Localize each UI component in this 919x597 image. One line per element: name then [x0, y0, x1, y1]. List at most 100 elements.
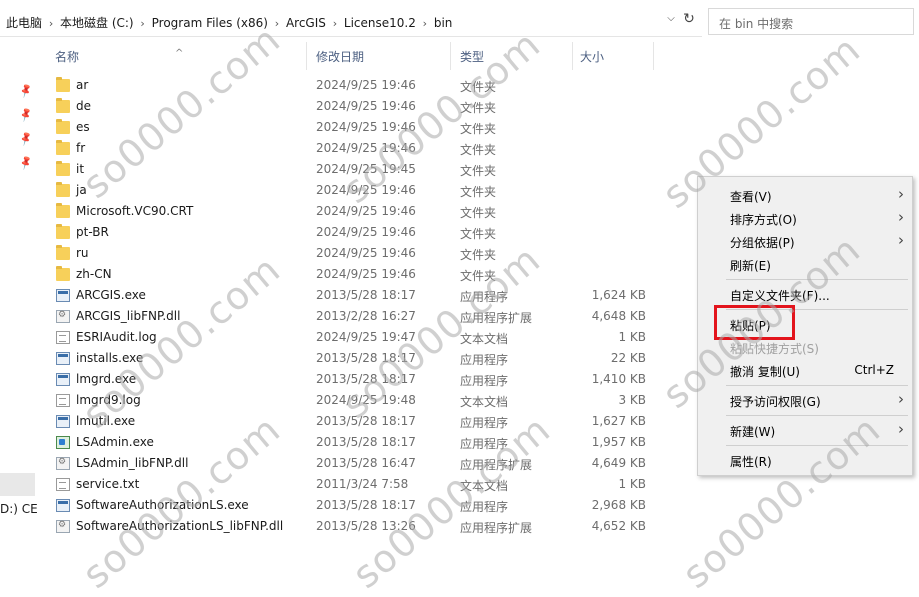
- file-type: 应用程序: [460, 353, 509, 367]
- table-row[interactable]: ARCGIS.exe 2013/5/28 18:17 应用程序 1,624 KB: [0, 285, 700, 306]
- breadcrumb-separator-icon[interactable]: ›: [326, 17, 344, 30]
- menu-item-label: 刷新(E): [730, 259, 771, 273]
- file-type: 文件夹: [460, 185, 497, 199]
- dll-file-icon: [56, 310, 70, 323]
- breadcrumb-separator-icon[interactable]: ›: [134, 17, 152, 30]
- column-divider[interactable]: [450, 42, 451, 70]
- chevron-down-icon[interactable]: ⌵: [664, 13, 678, 24]
- file-type: 应用程序扩展: [460, 521, 533, 535]
- table-row[interactable]: ar 2024/9/25 19:46 文件夹: [0, 75, 700, 96]
- menu-separator: [726, 279, 908, 280]
- table-row[interactable]: lmutil.exe 2013/5/28 18:17 应用程序 1,627 KB: [0, 411, 700, 432]
- file-date: 2024/9/25 19:45: [316, 162, 416, 176]
- table-row[interactable]: installs.exe 2013/5/28 18:17 应用程序 22 KB: [0, 348, 700, 369]
- table-row[interactable]: LSAdmin.exe 2013/5/28 18:17 应用程序 1,957 KB: [0, 432, 700, 453]
- column-header-name[interactable]: 名称: [55, 48, 79, 65]
- menu-item-undo-copy[interactable]: 撤消 复制(U) Ctrl+Z: [698, 359, 912, 381]
- menu-item-refresh[interactable]: 刷新(E): [698, 253, 912, 275]
- file-name: installs.exe: [76, 351, 144, 365]
- folder-icon: [56, 119, 70, 134]
- menu-item-customize-folder[interactable]: 自定义文件夹(F)...: [698, 283, 912, 305]
- table-row[interactable]: service.txt 2011/3/24 7:58 文本文档 1 KB: [0, 474, 700, 495]
- file-date: 2024/9/25 19:46: [316, 225, 416, 239]
- sort-ascending-icon: ^: [175, 48, 184, 59]
- file-date: 2024/9/25 19:46: [316, 141, 416, 155]
- file-date: 2013/5/28 18:17: [316, 498, 416, 512]
- table-row[interactable]: es 2024/9/25 19:46 文件夹: [0, 117, 700, 138]
- file-type: 文本文档: [460, 332, 509, 346]
- file-size: 4,649 KB: [591, 456, 646, 470]
- menu-item-label: 分组依据(P): [730, 236, 795, 250]
- table-row[interactable]: de 2024/9/25 19:46 文件夹: [0, 96, 700, 117]
- exe-file-icon: [56, 373, 70, 386]
- column-divider[interactable]: [653, 42, 654, 70]
- table-row[interactable]: Microsoft.VC90.CRT 2024/9/25 19:46 文件夹: [0, 201, 700, 222]
- table-row[interactable]: lmgrd.exe 2013/5/28 18:17 应用程序 1,410 KB: [0, 369, 700, 390]
- file-type: 应用程序扩展: [460, 458, 533, 472]
- file-name: SoftwareAuthorizationLS.exe: [76, 498, 249, 512]
- file-name: lmgrd9.log: [76, 393, 141, 407]
- table-row[interactable]: LSAdmin_libFNP.dll 2013/5/28 16:47 应用程序扩展 4…: [0, 453, 700, 474]
- table-row[interactable]: lmgrd9.log 2024/9/25 19:48 文本文档 3 KB: [0, 390, 700, 411]
- chevron-right-icon: ›: [898, 420, 904, 438]
- breadcrumb-item[interactable]: 此电脑: [6, 14, 42, 31]
- table-row[interactable]: SoftwareAuthorizationLS_libFNP.dll 2013/5…: [0, 516, 700, 537]
- file-size: 1,957 KB: [591, 435, 646, 449]
- table-row[interactable]: ru 2024/9/25 19:46 文件夹: [0, 243, 700, 264]
- menu-item-sort-by[interactable]: 排序方式(O) ›: [698, 207, 912, 229]
- menu-item-group-by[interactable]: 分组依据(P) ›: [698, 230, 912, 252]
- refresh-icon[interactable]: ↻: [680, 11, 698, 27]
- column-header-date[interactable]: 修改日期: [316, 48, 364, 65]
- folder-icon: [56, 224, 70, 239]
- search-input[interactable]: 在 bin 中搜索: [708, 8, 914, 35]
- column-divider[interactable]: [306, 42, 307, 70]
- file-name: service.txt: [76, 477, 140, 491]
- app-file-icon: [56, 436, 70, 449]
- table-row[interactable]: SoftwareAuthorizationLS.exe 2013/5/28 18:…: [0, 495, 700, 516]
- chevron-right-icon: ›: [898, 231, 904, 249]
- column-header-size[interactable]: 大小: [580, 48, 604, 65]
- file-type: 应用程序: [460, 290, 509, 304]
- text-file-icon: [56, 394, 70, 407]
- file-name: LSAdmin.exe: [76, 435, 154, 449]
- file-date: 2013/5/28 18:17: [316, 288, 416, 302]
- table-row[interactable]: ARCGIS_libFNP.dll 2013/2/28 16:27 应用程序扩展 4,…: [0, 306, 700, 327]
- breadcrumb-item[interactable]: Program Files (x86): [152, 16, 268, 30]
- file-date: 2013/5/28 18:17: [316, 351, 416, 365]
- table-row[interactable]: fr 2024/9/25 19:46 文件夹: [0, 138, 700, 159]
- breadcrumb-item[interactable]: bin: [434, 16, 453, 30]
- table-row[interactable]: zh-CN 2024/9/25 19:46 文件夹: [0, 264, 700, 285]
- breadcrumb-separator-icon[interactable]: ›: [268, 17, 286, 30]
- column-header-type[interactable]: 类型: [460, 48, 484, 65]
- file-name: lmgrd.exe: [76, 372, 137, 386]
- file-name: fr: [76, 141, 86, 155]
- file-date: 2013/2/28 16:27: [316, 309, 416, 323]
- breadcrumb-item[interactable]: License10.2: [344, 16, 416, 30]
- table-row[interactable]: ja 2024/9/25 19:46 文件夹: [0, 180, 700, 201]
- menu-item-label: 排序方式(O): [730, 213, 797, 227]
- file-type: 文件夹: [460, 80, 497, 94]
- breadcrumb-separator-icon[interactable]: ›: [416, 17, 434, 30]
- menu-item-give-access[interactable]: 授予访问权限(G) ›: [698, 389, 912, 411]
- column-divider[interactable]: [572, 42, 573, 70]
- folder-icon: [56, 182, 70, 197]
- menu-item-properties[interactable]: 属性(R): [698, 449, 912, 471]
- breadcrumb-separator-icon[interactable]: ›: [42, 17, 60, 30]
- menu-item-new[interactable]: 新建(W) ›: [698, 419, 912, 441]
- breadcrumb-item[interactable]: ArcGIS: [286, 16, 326, 30]
- file-size: 1,624 KB: [591, 288, 646, 302]
- breadcrumb-item[interactable]: 本地磁盘 (C:): [60, 14, 134, 31]
- file-type: 应用程序: [460, 437, 509, 451]
- menu-item-label: 粘贴快捷方式(S): [730, 342, 819, 356]
- table-row[interactable]: it 2024/9/25 19:45 文件夹: [0, 159, 700, 180]
- file-name: ESRIAudit.log: [76, 330, 157, 344]
- file-size: 1,627 KB: [591, 414, 646, 428]
- folder-icon: [56, 245, 70, 260]
- table-row[interactable]: ESRIAudit.log 2024/9/25 19:47 文本文档 1 KB: [0, 327, 700, 348]
- table-row[interactable]: pt-BR 2024/9/25 19:46 文件夹: [0, 222, 700, 243]
- file-type: 应用程序: [460, 500, 509, 514]
- folder-icon: [56, 77, 70, 92]
- menu-item-label: 查看(V): [730, 190, 772, 204]
- address-bar[interactable]: 此电脑 › 本地磁盘 (C:) › Program Files (x86) › ArcGIS…: [0, 8, 702, 37]
- menu-item-view[interactable]: 查看(V) ›: [698, 184, 912, 206]
